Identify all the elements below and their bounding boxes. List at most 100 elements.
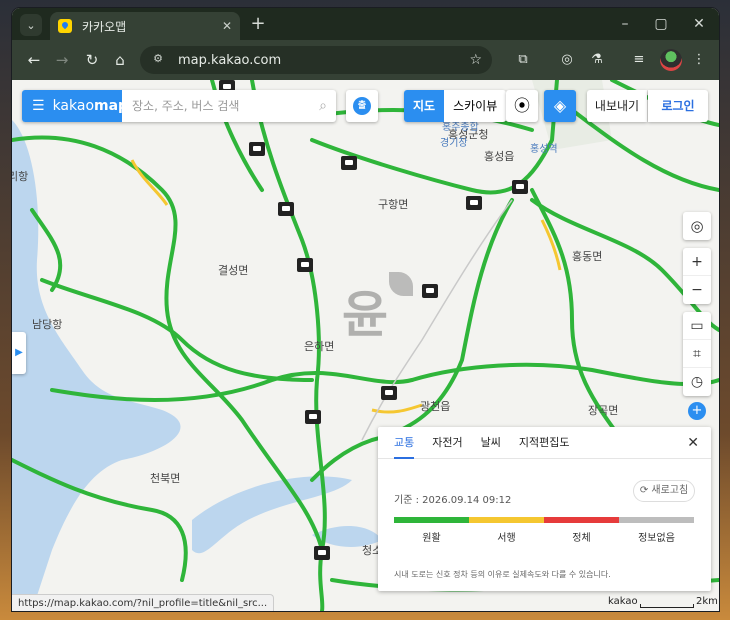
tab-weather[interactable]: 날씨	[481, 427, 501, 459]
back-arrow-icon[interactable]: ←	[22, 48, 46, 72]
scale-brand: kakao	[608, 596, 638, 607]
cctv-marker-icon[interactable]	[249, 142, 265, 156]
search-box: ☰ kakaomap ⌕	[22, 90, 336, 122]
menu-hamburger-icon[interactable]: ☰	[32, 98, 45, 114]
browser-toolbar: ← → ↻ ⌂ ⚙ map.kakao.com ☆ ⧉ ◎ ⚗ ≡ ⋮	[12, 40, 719, 80]
extensions-puzzle-icon[interactable]: ⧉	[512, 49, 534, 71]
sea-area	[12, 120, 181, 611]
traffic-legend-labels: 원활 서행 정체 정보없음	[394, 529, 694, 544]
search-icon[interactable]: ⌕	[310, 98, 336, 114]
tab-strip: ⌄ 카카오맵 ✕ + – ▢ ✕	[12, 8, 719, 40]
map-view[interactable]: 홍성군청 홍주종합 경기장 홍성읍 홍성역 금마 구항면 홍동면 결성면 은하면…	[12, 80, 719, 611]
forward-arrow-icon[interactable]: →	[50, 48, 74, 72]
legend-color-smooth	[394, 517, 469, 523]
route-label: 출	[353, 97, 371, 115]
map-type-skyview-button[interactable]: 스카이뷰	[444, 90, 506, 122]
place-label[interactable]: 천북면	[150, 470, 180, 486]
place-label[interactable]: 남당항	[32, 316, 62, 332]
kakaomap-favicon-icon	[58, 19, 72, 33]
place-label[interactable]: 리항	[12, 168, 28, 184]
place-label[interactable]: 장곡면	[588, 402, 618, 418]
add-plus-button[interactable]: +	[683, 396, 711, 424]
tab-bicycle[interactable]: 자전거	[432, 427, 462, 459]
place-label[interactable]: 결성면	[218, 262, 248, 278]
scale-value: 2km	[696, 596, 718, 607]
route-button[interactable]: 출	[346, 90, 378, 122]
close-window-icon[interactable]: ✕	[684, 12, 714, 36]
side-panel-expand-chevron-icon[interactable]: ▶	[12, 332, 26, 374]
place-label[interactable]: 은하면	[304, 338, 334, 354]
cctv-marker-icon[interactable]	[512, 180, 528, 194]
place-label[interactable]: 구항면	[378, 196, 408, 212]
scale-bar	[640, 604, 694, 608]
minimize-icon[interactable]: –	[610, 12, 640, 36]
cctv-marker-icon[interactable]	[381, 386, 397, 400]
kakaomap-logo[interactable]: ☰ kakaomap	[22, 90, 128, 122]
new-tab-plus-icon[interactable]: +	[248, 14, 268, 34]
browser-tab[interactable]: 카카오맵 ✕	[50, 12, 240, 40]
legend-label: 서행	[497, 533, 516, 544]
distance-ruler-icon[interactable]: ▭	[683, 312, 711, 340]
status-bar-url: https://map.kakao.com/?nil_profile=title…	[12, 594, 275, 611]
legend-label: 정보없음	[638, 533, 675, 544]
export-button[interactable]: 내보내기	[587, 90, 647, 122]
panel-tabs: 교통 자전거 날씨 지적편집도 ✕	[378, 427, 711, 459]
refresh-button[interactable]: ⟳ 새로고침	[633, 480, 695, 502]
place-label[interactable]: 홍성역	[530, 140, 558, 155]
address-bar[interactable]: ⚙ map.kakao.com ☆	[140, 46, 492, 74]
cctv-marker-icon[interactable]	[278, 202, 294, 216]
plus-circle-icon: +	[688, 402, 706, 420]
reload-icon[interactable]: ↻	[80, 48, 104, 72]
profile-avatar[interactable]	[660, 49, 682, 71]
place-label[interactable]: 홍동면	[572, 248, 602, 264]
layers-icon[interactable]: ◈	[544, 90, 576, 122]
legend-label: 원활	[422, 533, 441, 544]
location-pin-icon[interactable]: ⦿	[506, 90, 538, 122]
screenshot-icon[interactable]: ◎	[556, 49, 578, 71]
tab-traffic[interactable]: 교통	[394, 427, 415, 459]
search-input[interactable]	[122, 91, 310, 121]
address-url[interactable]: map.kakao.com	[178, 53, 469, 68]
legend-color-jam	[544, 517, 619, 523]
zoom-out-icon[interactable]: −	[683, 276, 711, 304]
place-label[interactable]: 경기장	[440, 134, 468, 149]
bookmark-star-icon[interactable]: ☆	[469, 52, 482, 68]
place-label[interactable]: 광천읍	[420, 398, 450, 414]
site-info-icon[interactable]: ⚙	[150, 52, 166, 68]
tab-close-icon[interactable]: ✕	[222, 19, 232, 33]
login-button[interactable]: 로그인	[648, 90, 708, 122]
tab-search-chevron-icon[interactable]: ⌄	[20, 14, 42, 36]
extension-icon[interactable]: ⚗	[586, 49, 608, 71]
cctv-marker-icon[interactable]	[297, 258, 313, 272]
map-type-map-button[interactable]: 지도	[404, 90, 445, 122]
traffic-legend-bar	[394, 517, 694, 523]
cctv-marker-icon[interactable]	[305, 410, 321, 424]
tab-cadastral[interactable]: 지적편집도	[519, 427, 570, 459]
area-measure-icon[interactable]: ⌗	[683, 340, 711, 368]
place-label[interactable]: 홍성읍	[484, 148, 514, 164]
maximize-icon[interactable]: ▢	[646, 12, 676, 36]
reading-list-icon[interactable]: ≡	[628, 49, 650, 71]
cctv-marker-icon[interactable]	[422, 284, 438, 298]
more-menu-icon[interactable]: ⋮	[688, 49, 710, 71]
legend-color-slow	[469, 517, 544, 523]
legend-label: 정체	[572, 533, 591, 544]
legend-color-noinfo	[619, 517, 694, 523]
brand-text: kakaomap	[52, 98, 129, 114]
zoom-controls: + −	[683, 248, 711, 304]
close-icon[interactable]: ✕	[687, 435, 699, 451]
cctv-marker-icon[interactable]	[314, 546, 330, 560]
traffic-info-panel: 교통 자전거 날씨 지적편집도 ✕ 기준 : 2026.09.14 09:12 …	[378, 427, 711, 591]
current-location-icon[interactable]: ◎	[683, 212, 711, 240]
traffic-basis-time: 기준 : 2026.09.14 09:12	[394, 495, 512, 506]
traffic-note: 시내 도로는 신호 정차 등의 이유로 실제속도와 다를 수 있습니다.	[394, 570, 611, 579]
cctv-marker-icon[interactable]	[341, 156, 357, 170]
radius-compass-icon[interactable]: ◷	[683, 368, 711, 396]
browser-window: ⌄ 카카오맵 ✕ + – ▢ ✕ ← → ↻ ⌂ ⚙ map.kakao.com…	[12, 8, 719, 611]
zoom-in-icon[interactable]: +	[683, 248, 711, 276]
cctv-marker-icon[interactable]	[466, 196, 482, 210]
watermark-text: 윤	[342, 286, 388, 344]
home-icon[interactable]: ⌂	[108, 48, 132, 72]
map-type-toggle: 지도 스카이뷰	[404, 90, 507, 122]
tab-title: 카카오맵	[82, 19, 127, 34]
